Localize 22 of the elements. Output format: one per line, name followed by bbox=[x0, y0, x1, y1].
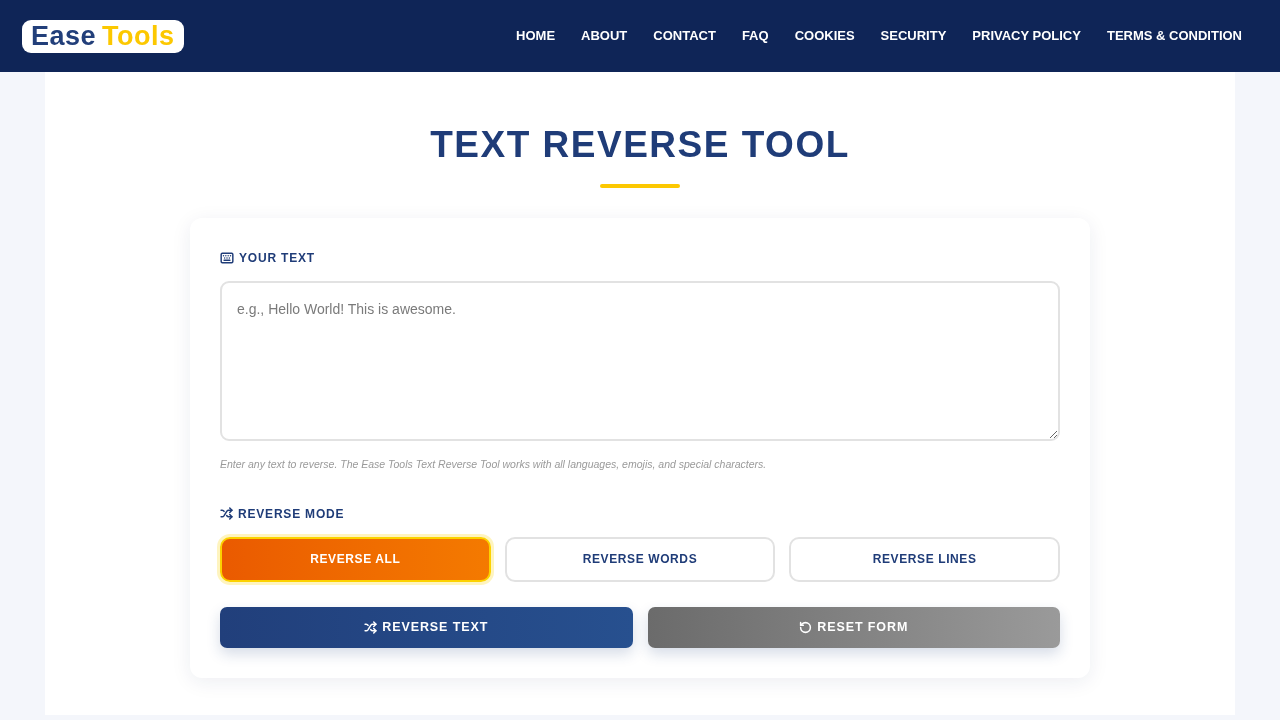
field-label: REVERSE MODE bbox=[238, 505, 345, 523]
shuffle-icon bbox=[364, 620, 378, 634]
nav-link[interactable]: TERMS & CONDITION bbox=[1106, 26, 1242, 46]
keyboard-icon bbox=[220, 251, 234, 265]
nav-link[interactable]: SECURITY bbox=[880, 26, 947, 46]
shuffle-icon bbox=[220, 507, 233, 521]
reset-form-button[interactable]: RESET FORM bbox=[647, 606, 1060, 648]
nav-link[interactable]: ABOUT bbox=[581, 26, 628, 46]
mode-option-button[interactable]: REVERSE WORDS bbox=[504, 536, 776, 582]
undo-icon bbox=[799, 620, 813, 634]
reverse-text-button[interactable]: REVERSE TEXT bbox=[220, 606, 633, 648]
text-input-field[interactable]: e.g., Hello World! This is awesome. bbox=[220, 281, 1060, 441]
nav-link[interactable]: FAQ bbox=[741, 26, 769, 46]
field-label: YOUR TEXT bbox=[239, 250, 315, 267]
hint-text: Enter any text to reverse. The Ease Tools Text Reverse Tool works with all languages, emojis, and special characters. bbox=[220, 457, 768, 472]
nav-link[interactable]: PRIVACY POLICY bbox=[972, 26, 1081, 46]
mode-option-button[interactable]: REVERSE LINES bbox=[789, 536, 1060, 582]
nav-link[interactable]: CONTACT bbox=[653, 26, 716, 46]
site-logo[interactable]: Ease Tools bbox=[22, 19, 184, 53]
nav-link[interactable]: COOKIES bbox=[794, 26, 855, 46]
page-title: TEXT REVERSE TOOL bbox=[430, 123, 850, 167]
nav-link[interactable]: HOME bbox=[516, 26, 556, 46]
